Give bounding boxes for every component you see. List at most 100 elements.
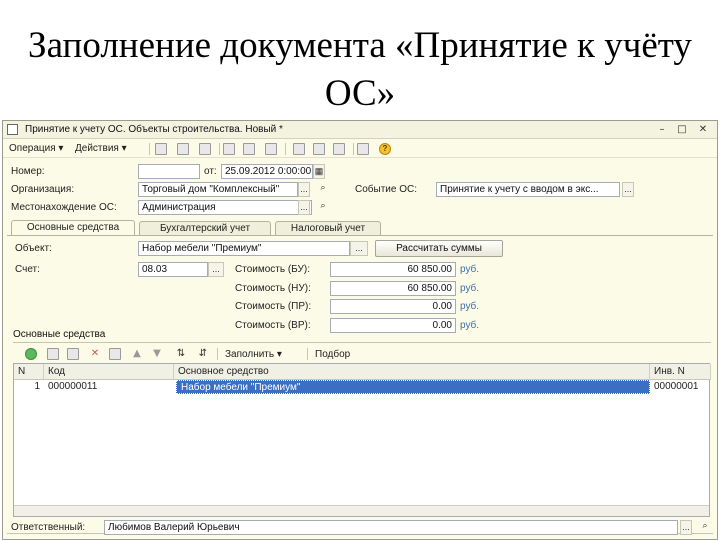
cost-field[interactable]: 0.00 [330,318,456,333]
location-select-button[interactable]: ... [298,200,310,215]
currency-label: руб. [460,264,480,275]
document-icon [7,124,18,135]
sort-desc-icon[interactable]: ⇵ [195,348,211,359]
chevron-down-icon: ▾ [121,143,127,154]
toolbar-separator [353,143,354,155]
save-icon[interactable] [155,143,167,155]
window-titlebar: Принятие к учету ОС. Объекты строительст… [3,121,717,139]
horizontal-scrollbar[interactable] [14,505,709,516]
object-select-button[interactable]: ... [350,241,368,256]
location-field[interactable]: Администрация [138,200,312,215]
edit-row-icon[interactable] [67,348,79,360]
copy-icon[interactable] [177,143,189,155]
select-button[interactable]: Подбор [315,349,350,360]
object-label: Объект: [15,243,52,254]
responsible-field[interactable]: Любимов Валерий Юрьевич [104,520,678,535]
help-icon[interactable]: ? [379,143,391,155]
operation-menu-label: Операция [9,143,56,154]
row-inventory-number: 00000001 [654,381,699,392]
account-select-button[interactable]: ... [208,262,224,277]
cost-field[interactable]: 0.00 [330,299,456,314]
movements-icon[interactable] [357,143,369,155]
sort-asc-icon[interactable]: ⇅ [173,348,189,359]
journal-icon[interactable] [333,143,345,155]
cost-field[interactable]: 60 850.00 [330,281,456,296]
responsible-label: Ответственный: [11,522,86,533]
end-edit-icon[interactable] [109,348,121,360]
window-title: Принятие к учету ОС. Объекты строительст… [25,124,283,135]
toolbar-separator [217,348,218,360]
refresh-icon[interactable] [243,143,255,155]
search-icon[interactable]: ⌕ [697,520,713,535]
cost-label: Стоимость (ПР): [235,301,312,312]
location-label: Местонахождение ОС: [11,202,117,213]
cost-label: Стоимость (НУ): [235,283,311,294]
column-header-code[interactable]: Код [44,364,174,380]
toolbar-separator [285,143,286,155]
minimize-button[interactable]: – [656,124,668,135]
tab-fixed-assets[interactable]: Основные средства [11,220,135,236]
section-divider [13,342,711,343]
cost-field[interactable]: 60 850.00 [330,262,456,277]
calculate-sums-button[interactable]: Рассчитать суммы [375,240,503,257]
column-header-inv[interactable]: Инв. N [650,364,711,380]
organization-select-button[interactable]: ... [298,182,310,197]
column-header-asset[interactable]: Основное средство [174,364,650,380]
currency-label: руб. [460,301,480,312]
tab-tax[interactable]: Налоговый учет [275,221,381,235]
object-field[interactable]: Набор мебели "Премиум" [138,241,350,256]
toolbar-separator [149,143,150,155]
maximize-button[interactable]: □ [676,124,688,135]
currency-label: руб. [460,320,480,331]
document-toolbar: Операция ▾ Действия ▾ ? [3,140,717,158]
delete-icon[interactable]: ✕ [89,348,101,359]
cost-label: Стоимость (ВР): [235,320,311,331]
search-icon[interactable]: ⌕ [315,200,331,215]
row-number: 1 [34,381,40,392]
move-down-icon[interactable]: ▼ [151,348,163,359]
list-icon[interactable] [293,143,305,155]
tab-divider [7,235,713,236]
account-field[interactable]: 08.03 [138,262,208,277]
chevron-down-icon: ▾ [58,143,64,154]
responsible-select-button[interactable]: ... [680,520,692,535]
date-field[interactable]: 25.09.2012 0:00:00 [221,164,313,179]
assets-table: N Код Основное средство Инв. N 1 0000000… [13,363,711,517]
add-icon[interactable] [25,348,37,360]
account-label: Счет: [15,264,40,275]
close-button[interactable]: ✕ [697,124,709,135]
toolbar-separator [307,348,308,360]
organization-field[interactable]: Торговый дом "Комплексный" [138,182,298,197]
currency-label: руб. [460,283,480,294]
copy-row-icon[interactable] [47,348,59,360]
search-icon[interactable]: ⌕ [315,182,331,197]
number-label: Номер: [11,166,45,177]
number-field[interactable] [138,164,200,179]
column-header-n[interactable]: N [14,364,44,380]
toolbar-separator [219,143,220,155]
date-label: от: [204,166,217,177]
actions-menu[interactable]: Действия ▾ [75,143,127,154]
organization-label: Организация: [11,184,75,195]
move-up-icon[interactable]: ▲ [131,348,143,359]
chevron-down-icon: ▾ [276,349,282,360]
fill-menu-label: Заполнить [225,349,275,360]
edit-icon[interactable] [223,143,235,155]
row-code: 000000011 [48,381,98,392]
calendar-button[interactable]: ▦ [313,164,325,179]
cost-label: Стоимость (БУ): [235,264,310,275]
event-select-button[interactable]: ... [622,182,634,197]
actions-menu-label: Действия [75,143,119,154]
section-title: Основные средства [13,329,106,340]
print-icon[interactable] [265,143,277,155]
row-asset[interactable]: Набор мебели "Премиум" [176,380,650,394]
event-label: Событие ОС: [355,184,417,195]
post-icon[interactable] [199,143,211,155]
fill-menu[interactable]: Заполнить ▾ [225,349,282,360]
slide-title: Заполнение документа «Принятие к учёту О… [28,25,692,114]
document-window: Принятие к учету ОС. Объекты строительст… [2,120,718,540]
structure-icon[interactable] [313,143,325,155]
event-field[interactable]: Принятие к учету с вводом в экс... [436,182,620,197]
operation-menu[interactable]: Операция ▾ [9,143,63,154]
tab-accounting[interactable]: Бухгалтерский учет [139,221,271,235]
